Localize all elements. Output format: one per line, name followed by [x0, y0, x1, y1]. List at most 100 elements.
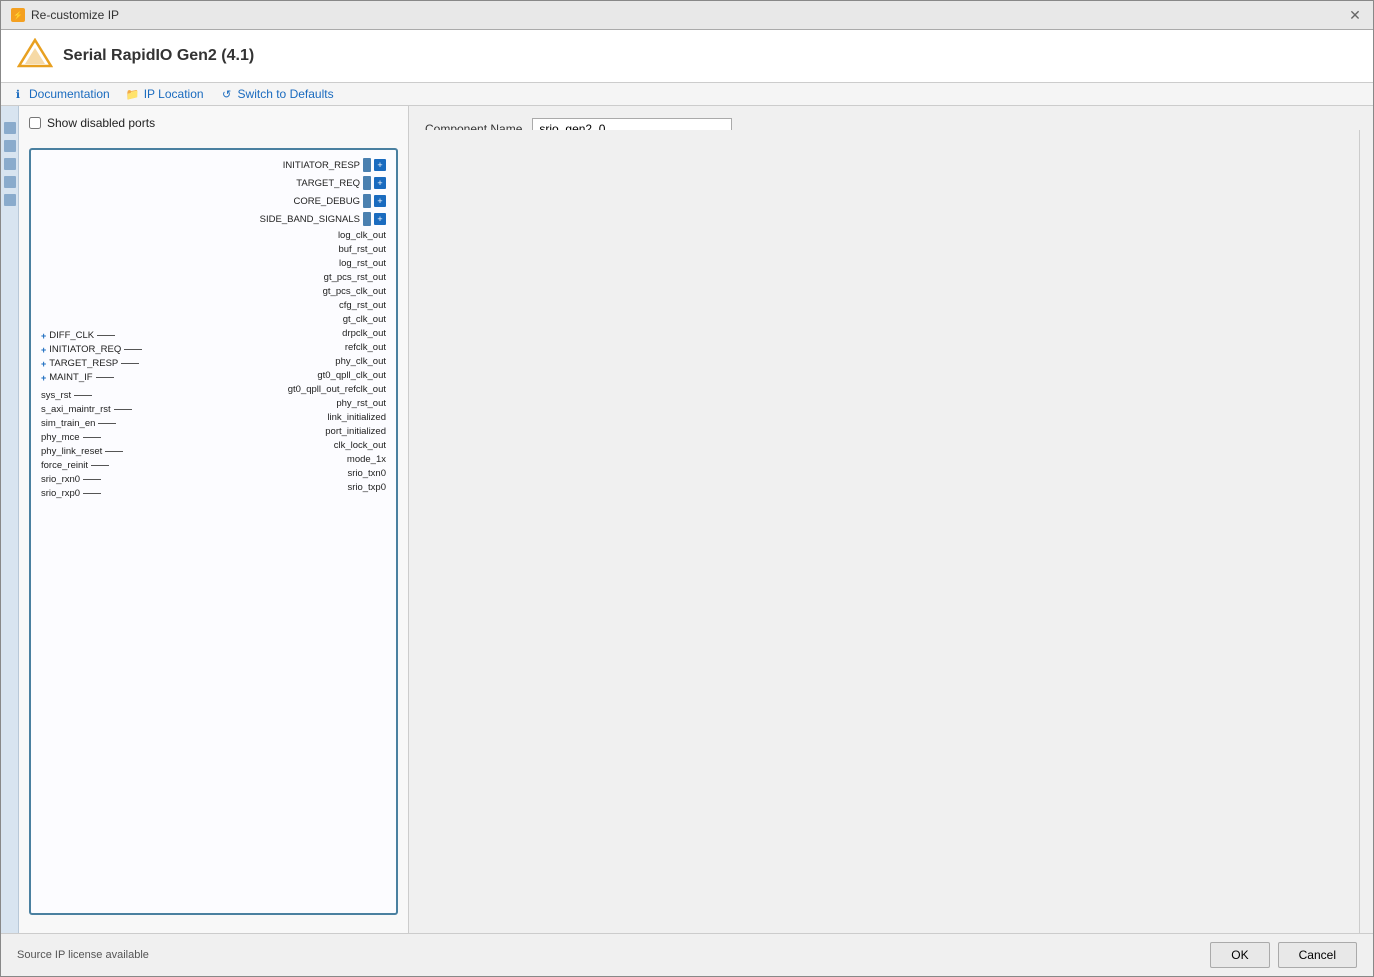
- footer: Source IP license available OK Cancel: [1, 933, 1373, 976]
- clk-lock-out-label: clk_lock_out: [334, 440, 386, 451]
- side-band-group: SIDE_BAND_SIGNALS +: [260, 212, 386, 226]
- sidebar-tool-2[interactable]: [4, 140, 16, 152]
- link-initialized-label: link_initialized: [327, 412, 386, 423]
- show-disabled-ports-checkbox[interactable]: [29, 117, 41, 129]
- folder-icon: 📁: [126, 87, 140, 101]
- s-axi-label: s_axi_maintr_rst: [41, 404, 111, 415]
- core-debug-group: CORE_DEBUG +: [293, 194, 386, 208]
- diff-clk-line: [97, 335, 115, 336]
- app-icon: ⚡: [11, 8, 25, 22]
- switch-defaults-button[interactable]: ↺ Switch to Defaults: [220, 87, 334, 101]
- s-axi-row: s_axi_maintr_rst: [41, 404, 142, 415]
- phy-mce-row: phy_mce: [41, 432, 142, 443]
- show-disabled-ports-row: Show disabled ports: [29, 116, 398, 130]
- initiator-req-label: INITIATOR_REQ: [49, 344, 121, 355]
- maint-if-expand-btn[interactable]: +: [41, 373, 46, 383]
- cfg-rst-out-label: cfg_rst_out: [339, 300, 386, 311]
- license-text: Source IP license available: [17, 949, 149, 961]
- gt-pcs-rst-out-label: gt_pcs_rst_out: [324, 272, 386, 283]
- phy-link-reset-line: [105, 451, 123, 452]
- srio-rxn0-label: srio_rxn0: [41, 474, 80, 485]
- sidebar-tool-3[interactable]: [4, 158, 16, 170]
- switch-defaults-label: Switch to Defaults: [238, 87, 334, 101]
- close-button[interactable]: ✕: [1347, 7, 1363, 23]
- sidebar-tool-1[interactable]: [4, 122, 16, 134]
- initiator-resp-expand-btn[interactable]: +: [374, 159, 386, 171]
- port-initialized-label: port_initialized: [325, 426, 386, 437]
- phy-rst-out-label: phy_rst_out: [336, 398, 386, 409]
- srio-rxn0-row: srio_rxn0: [41, 474, 142, 485]
- left-panel: Show disabled ports INITIATOR_RESP + TAR…: [19, 106, 409, 933]
- sim-train-line: [98, 423, 116, 424]
- srio-rxp0-label: srio_rxp0: [41, 488, 80, 499]
- ok-button[interactable]: OK: [1210, 942, 1269, 968]
- diff-clk-label: DIFF_CLK: [49, 330, 94, 341]
- initiator-req-row: + INITIATOR_REQ: [41, 344, 142, 355]
- sidebar-tool-5[interactable]: [4, 194, 16, 206]
- footer-buttons: OK Cancel: [1210, 942, 1357, 968]
- target-req-bar: [363, 176, 371, 190]
- side-band-expand-btn[interactable]: +: [374, 213, 386, 225]
- initiator-resp-bar: [363, 158, 371, 172]
- log-rst-out-label: log_rst_out: [339, 258, 386, 269]
- core-debug-expand-btn[interactable]: +: [374, 195, 386, 207]
- component-name-label: Component Name: [425, 122, 522, 130]
- content-area: Show disabled ports INITIATOR_RESP + TAR…: [1, 106, 1373, 933]
- srio-rxn0-line: [83, 479, 101, 480]
- core-debug-bar: [363, 194, 371, 208]
- diff-clk-expand-btn[interactable]: +: [41, 331, 46, 341]
- phy-link-reset-label: phy_link_reset: [41, 446, 102, 457]
- right-signals-list: log_clk_out buf_rst_out log_rst_out gt_p…: [288, 230, 386, 493]
- documentation-label: Documentation: [29, 87, 110, 101]
- inner-sidebar: [1, 106, 19, 933]
- documentation-button[interactable]: ℹ Documentation: [11, 87, 110, 101]
- initiator-resp-group: INITIATOR_RESP +: [283, 158, 386, 172]
- right-signal-groups: INITIATOR_RESP + TARGET_REQ + CORE_DEBUG…: [260, 158, 386, 228]
- srio-txp0-label: srio_txp0: [347, 482, 386, 493]
- phy-mce-line: [83, 437, 101, 438]
- side-band-bar: [363, 212, 371, 226]
- initiator-resp-label: INITIATOR_RESP: [283, 160, 360, 171]
- target-req-label: TARGET_REQ: [296, 178, 360, 189]
- buf-rst-out-label: buf_rst_out: [338, 244, 386, 255]
- phy-mce-label: phy_mce: [41, 432, 80, 443]
- target-resp-expand-btn[interactable]: +: [41, 359, 46, 369]
- sim-train-label: sim_train_en: [41, 418, 95, 429]
- window-title: Re-customize IP: [31, 8, 119, 22]
- app-header: Serial RapidIO Gen2 (4.1): [1, 30, 1373, 83]
- right-scrollbar: [1359, 130, 1373, 933]
- mode-1x-label: mode_1x: [347, 454, 386, 465]
- left-signals-list: + DIFF_CLK + INITIATOR_REQ + TARGET_RESP: [41, 330, 142, 499]
- title-bar-left: ⚡ Re-customize IP: [11, 8, 119, 22]
- sidebar-tool-4[interactable]: [4, 176, 16, 188]
- srio-txn0-label: srio_txn0: [347, 468, 386, 479]
- maint-if-line: [96, 377, 114, 378]
- sim-train-row: sim_train_en: [41, 418, 142, 429]
- srio-rxp0-line: [83, 493, 101, 494]
- ip-location-button[interactable]: 📁 IP Location: [126, 87, 204, 101]
- right-content-scroll: Component Name Basic Shared Logic Mode: [409, 106, 1373, 130]
- force-reinit-row: force_reinit: [41, 460, 142, 471]
- app-title: Serial RapidIO Gen2 (4.1): [63, 47, 254, 65]
- cancel-button[interactable]: Cancel: [1278, 942, 1357, 968]
- target-resp-row: + TARGET_RESP: [41, 358, 142, 369]
- ip-diagram: INITIATOR_RESP + TARGET_REQ + CORE_DEBUG…: [29, 148, 398, 915]
- log-clk-out-label: log_clk_out: [338, 230, 386, 241]
- gt-clk-out-label: gt_clk_out: [343, 314, 386, 325]
- vivado-logo-icon: [17, 38, 53, 74]
- sys-rst-label: sys_rst: [41, 390, 71, 401]
- component-name-input[interactable]: [532, 118, 732, 130]
- gt-pcs-clk-out-label: gt_pcs_clk_out: [323, 286, 386, 297]
- info-icon: ℹ: [11, 87, 25, 101]
- phy-clk-out-label: phy_clk_out: [335, 356, 386, 367]
- target-req-expand-btn[interactable]: +: [374, 177, 386, 189]
- s-axi-line: [114, 409, 132, 410]
- diff-clk-row: + DIFF_CLK: [41, 330, 142, 341]
- force-reinit-line: [91, 465, 109, 466]
- right-panel: Component Name Basic Shared Logic Mode: [409, 106, 1373, 933]
- initiator-req-line: [124, 349, 142, 350]
- initiator-req-expand-btn[interactable]: +: [41, 345, 46, 355]
- refresh-icon: ↺: [220, 87, 234, 101]
- component-name-row: Component Name: [425, 118, 1357, 130]
- maint-if-row: + MAINT_IF: [41, 372, 142, 383]
